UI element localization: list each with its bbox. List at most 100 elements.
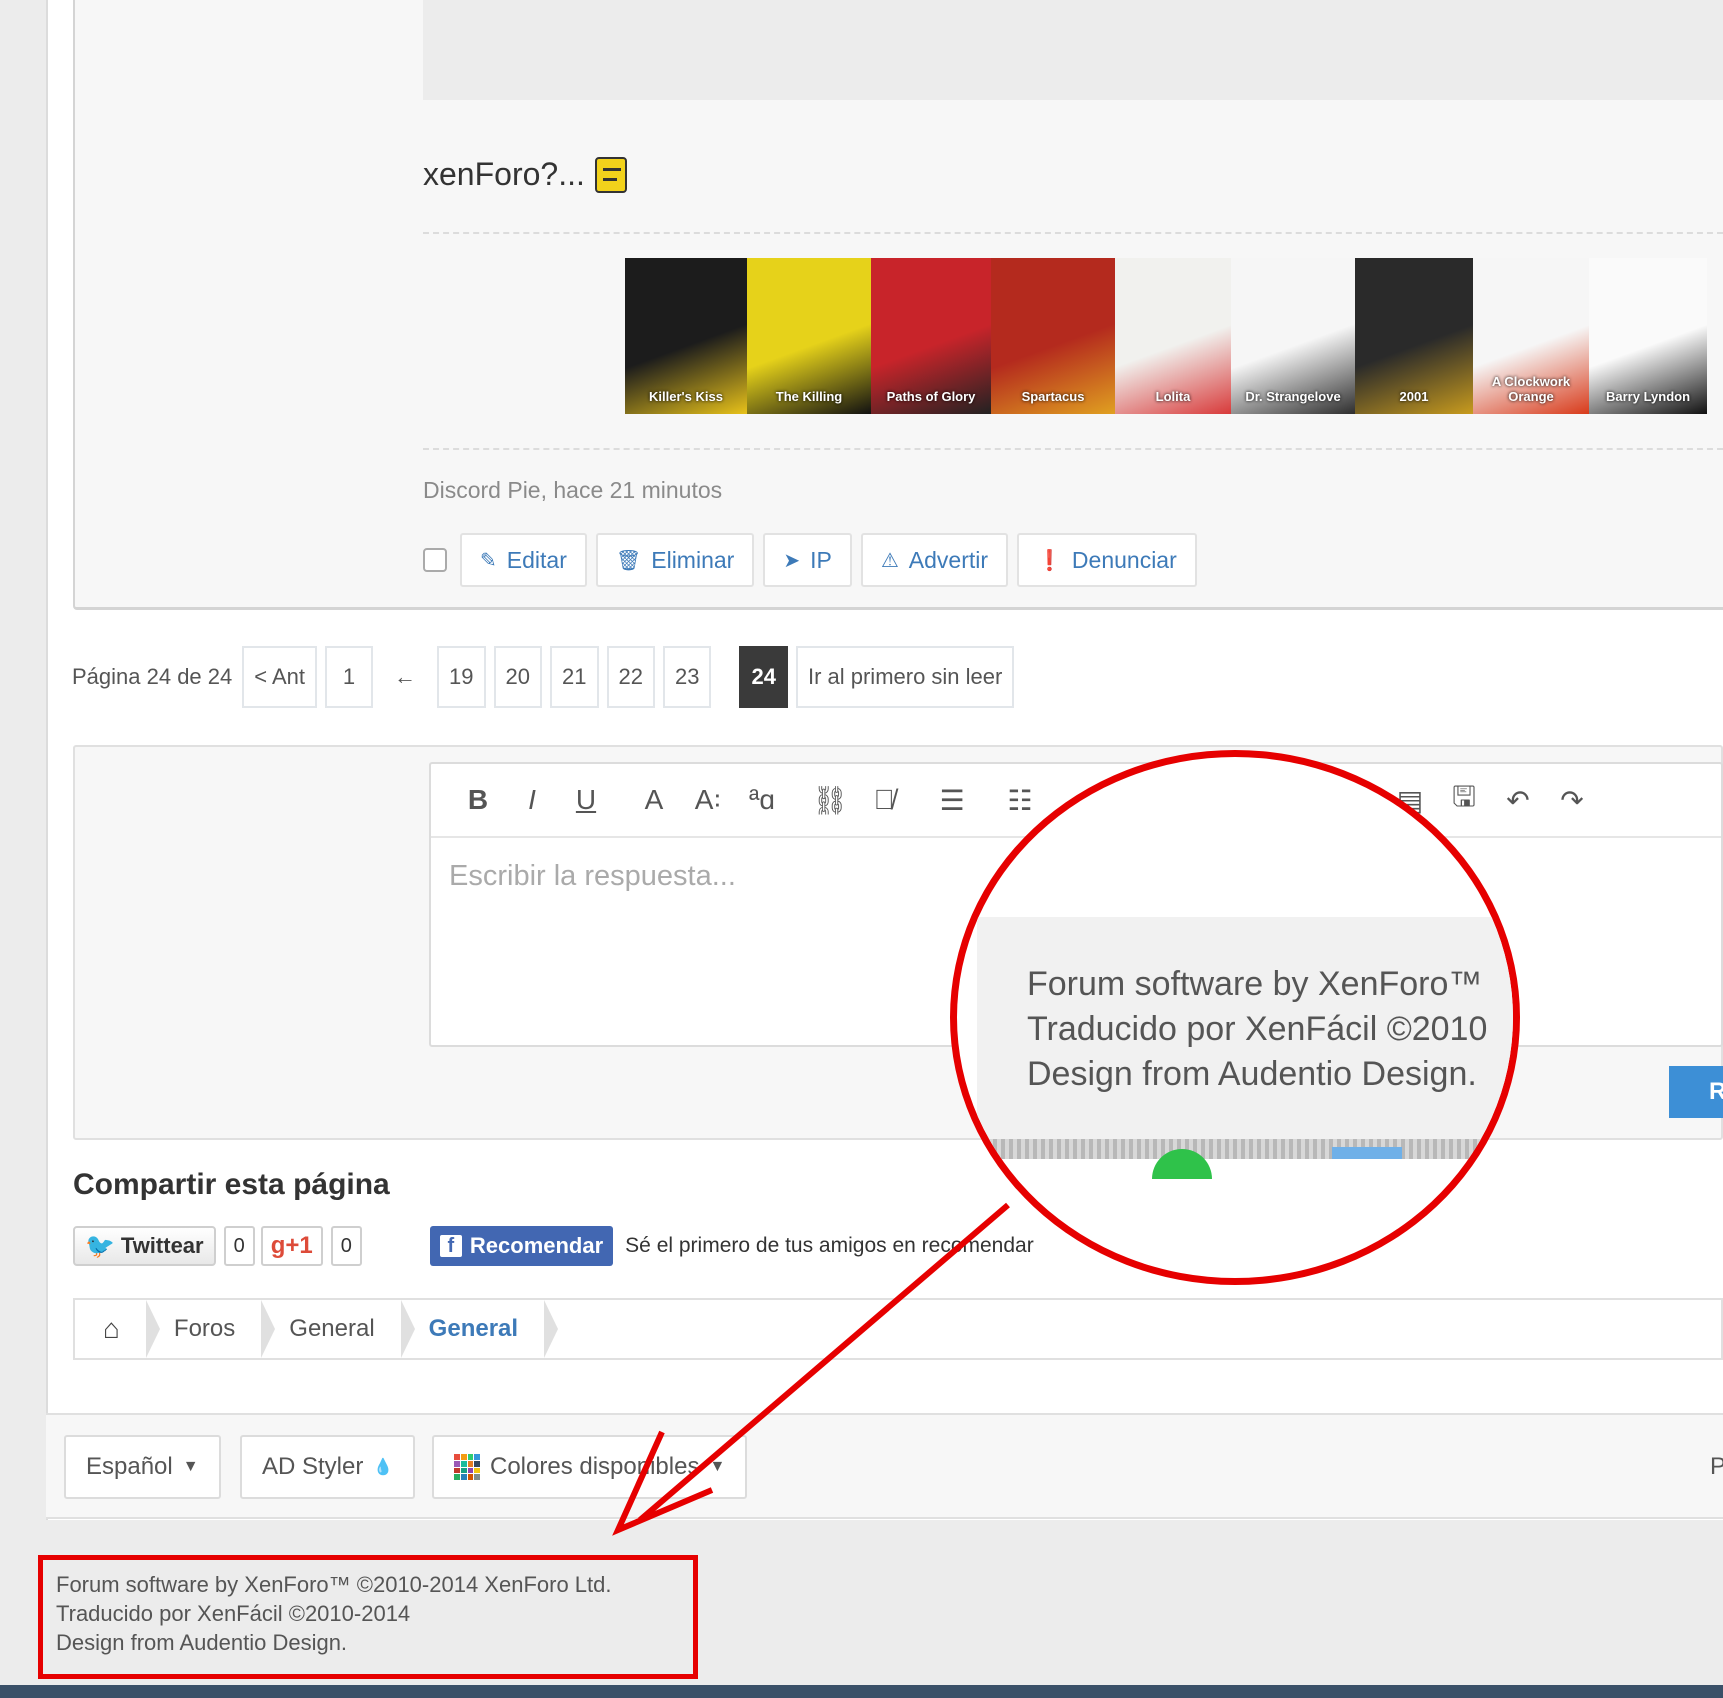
poster-title: Lolita (1155, 388, 1191, 404)
link-icon[interactable]: ⛓ (803, 775, 857, 825)
action-label: Advertir (908, 546, 989, 573)
page-1-link[interactable]: 1 (325, 646, 374, 708)
trash-icon: 🗑 (615, 549, 642, 572)
poster-title: The Killing (775, 388, 843, 404)
prev-page-button[interactable]: < Ant (242, 646, 318, 708)
os-taskbar (0, 1685, 1723, 1698)
page-link[interactable]: 21 (550, 646, 599, 708)
breadcrumb-item[interactable]: General (261, 1300, 416, 1358)
breadcrumb-current[interactable]: General (401, 1300, 559, 1358)
language-chooser[interactable]: Español ▼ (64, 1435, 221, 1499)
underline-icon[interactable]: U (559, 775, 613, 825)
signature-banner: Killer's Kiss The Killing Paths of Glory Sp… (625, 258, 1707, 414)
action-label: IP (810, 546, 832, 573)
color-swatch (474, 1454, 480, 1460)
colors-label: Colores disponibles (490, 1453, 700, 1480)
twitter-label: Twittear (120, 1233, 204, 1258)
color-swatch (454, 1474, 460, 1480)
breadcrumb: ⌂ Foros General General (73, 1298, 1723, 1360)
poster-title: 2001 (1399, 388, 1429, 404)
color-swatch (474, 1474, 480, 1480)
redo-icon[interactable]: ↷ (1545, 775, 1599, 825)
twitter-button[interactable]: 🐦 Twittear (73, 1226, 216, 1266)
facebook-like-button[interactable]: f Recomendar (429, 1226, 614, 1266)
color-chooser[interactable]: Colores disponibles ▼ (432, 1435, 748, 1499)
post-message: xenForo?... (423, 156, 627, 193)
home-icon: ⌂ (103, 1313, 120, 1344)
align-icon[interactable]: ☰ (925, 775, 979, 825)
poster-image: Dr. Strangelove (1231, 258, 1355, 414)
reply-input[interactable]: Escribir la respuesta... (449, 860, 736, 893)
font-color-icon[interactable]: A (627, 775, 681, 825)
twitter-bird-icon: 🐦 (85, 1232, 115, 1260)
italic-icon[interactable]: I (505, 775, 559, 825)
share-title: Compartir esta página (73, 1168, 390, 1201)
facebook-social-text: Sé el primero de tus amigos en recomenda… (625, 1234, 1034, 1257)
twitter-count: 0 (223, 1226, 255, 1266)
poster-image: Spartacus (991, 258, 1115, 414)
color-swatch (467, 1454, 474, 1460)
poster-title: Dr. Strangelove (1245, 388, 1341, 404)
google-plus-button[interactable]: g+1 (260, 1226, 323, 1266)
share-buttons: 🐦 Twittear 0 g+1 0 f Recomendar Sé el pr… (73, 1225, 1034, 1267)
unlink-icon[interactable]: ⛓̸ (857, 775, 911, 825)
facebook-icon: f (439, 1235, 462, 1257)
breadcrumb-home[interactable]: ⌂ (75, 1300, 160, 1358)
warning-icon: ⚠ (880, 549, 899, 572)
page-link[interactable]: 23 (662, 646, 712, 708)
page-skip-arrow[interactable]: ← (381, 646, 429, 708)
first-unread-link[interactable]: Ir al primero sin leer (795, 646, 1015, 708)
page-link[interactable]: 20 (493, 646, 543, 708)
delete-button[interactable]: 🗑 Eliminar (595, 533, 755, 587)
google-plus-count: 0 (330, 1226, 362, 1266)
zoom-blue-icon (1332, 1147, 1402, 1159)
bold-icon[interactable]: B (451, 775, 505, 825)
poster-image: Killer's Kiss (625, 258, 747, 414)
report-button[interactable]: ❗ Denunciar (1017, 533, 1197, 587)
zoom-line-3: Design from Audentio Design. (1027, 1055, 1477, 1093)
poster-image: Paths of Glory (871, 258, 991, 414)
signature-separator (423, 232, 1723, 234)
post-author-time[interactable]: Discord Pie, hace 21 minutos (423, 477, 722, 504)
color-swatch (460, 1460, 467, 1467)
color-swatch (454, 1460, 460, 1467)
location-arrow-icon: ➤ (783, 549, 801, 572)
post-text: xenForo?... (423, 156, 585, 192)
poster-image: A Clockwork Orange (1473, 258, 1589, 414)
edit-button[interactable]: ✎ Editar (460, 533, 587, 587)
select-post-checkbox[interactable] (423, 548, 447, 572)
list-icon[interactable]: ☷ (993, 775, 1047, 825)
footer-right-link[interactable]: P (1710, 1453, 1723, 1481)
color-swatch (474, 1467, 480, 1474)
caret-down-icon: ▼ (709, 1458, 726, 1475)
breadcrumb-item[interactable]: Foros (146, 1300, 276, 1358)
color-swatch (460, 1467, 467, 1474)
color-swatch (467, 1474, 474, 1480)
style-chooser[interactable]: AD Styler 💧 (240, 1435, 416, 1499)
page-link[interactable]: 19 (437, 646, 486, 708)
pencil-icon: ✎ (480, 549, 497, 572)
font-size-icon[interactable]: A꞉ (681, 775, 735, 825)
annotation-highlight-box (38, 1555, 698, 1679)
page-link[interactable]: 22 (606, 646, 655, 708)
poster-image: Lolita (1115, 258, 1231, 414)
alert-circle-icon: ❗ (1037, 549, 1062, 572)
ip-button[interactable]: ➤ IP (763, 533, 852, 587)
caret-down-icon: ▼ (182, 1458, 199, 1475)
page-nav: Página 24 de 24 < Ant 1 ← 19 20 21 22 23 24 Ir… (72, 646, 1015, 708)
post-reply-button[interactable]: R (1669, 1066, 1723, 1118)
color-swatch (454, 1467, 460, 1474)
action-label: Eliminar (651, 546, 735, 573)
color-swatch (454, 1454, 460, 1460)
color-swatch (467, 1467, 474, 1474)
style-label: AD Styler (262, 1453, 364, 1480)
font-family-icon[interactable]: ªɑ (735, 775, 789, 825)
language-label: Español (86, 1453, 173, 1480)
warn-button[interactable]: ⚠ Advertir (860, 533, 1009, 587)
annotation-zoom-circle: Forum software by XenForo™ Traducido por… (950, 750, 1520, 1285)
poster-title: Paths of Glory (886, 388, 976, 404)
current-page: 24 (739, 646, 788, 708)
undo-icon[interactable]: ↶ (1491, 775, 1545, 825)
color-swatch (460, 1454, 467, 1460)
save-draft-icon[interactable]: 🖫 (1437, 775, 1491, 825)
